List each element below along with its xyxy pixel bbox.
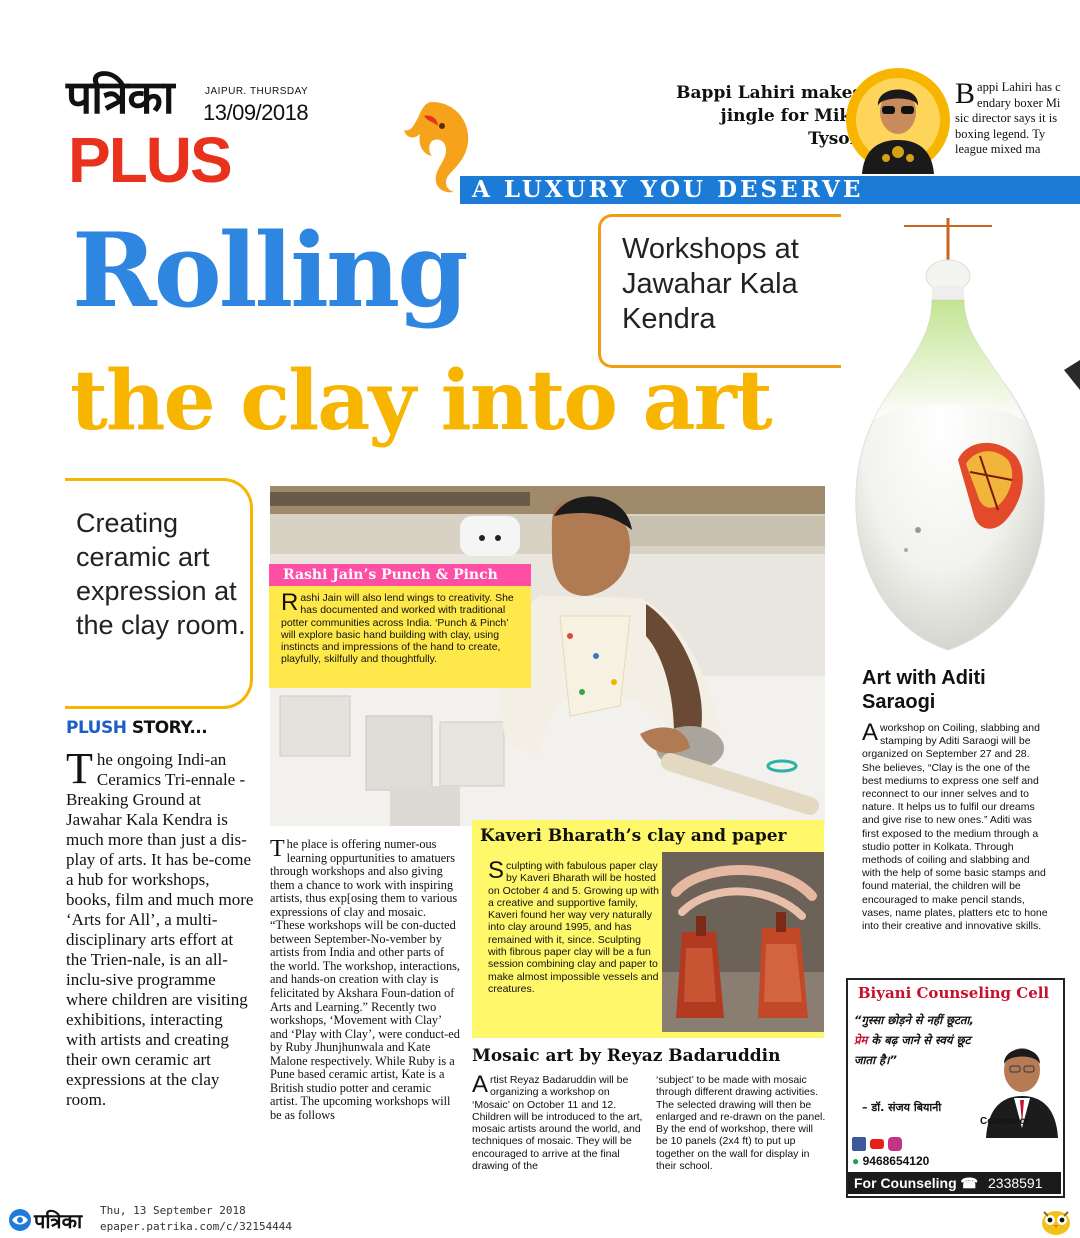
kaveri-heading: Kaveri Bharath’s clay and paper [480,826,787,846]
middle-column: The place is offering numer-ous learning… [270,836,460,1122]
ad-phone[interactable]: ● 9468654120 [852,1154,929,1168]
facebook-icon [852,1137,866,1151]
aditi-body: A workshop on Coiling, slabbing and stam… [862,719,1050,933]
aditi-text: workshop on Coiling, slabbing and stampi… [862,722,1048,933]
rashi-body: Rashi Jain will also lend wings to creat… [281,589,525,666]
story-drop-cap: T [66,744,93,793]
ad-quote-a: “गुस्सा छोड़ने से नहीं छूटता, [854,1013,974,1027]
teaser-line: sic director says it is [955,111,1058,125]
mosaic-drop-cap: A [472,1071,489,1098]
footer-date: Thu, 13 September 2018 [100,1204,246,1217]
whatsapp-icon: ● [852,1154,860,1168]
deck: Workshops at Jawahar Kala Kendra [622,233,799,335]
story-label-part1: PLUSH [66,718,127,738]
mosaic-column-1: Artist Reyaz Badaruddin will be organizi… [472,1071,644,1173]
headline-line-2: the clay into art [70,353,773,449]
ad-role: Counselor [980,1116,1030,1127]
ad-phone-number: 9468654120 [862,1154,930,1168]
teaser-line: boxing legend. Ty [955,126,1046,141]
kaveri-body: Sculpting with fabulous paper clay by Ka… [488,857,660,995]
mosaic-text-1: rtist Reyaz Badaruddin will be organizin… [472,1074,643,1173]
section-logo: PLUS [68,124,233,196]
teaser-line: league mixed ma [955,142,1041,156]
teaser-drop-cap: B [955,80,976,110]
middle-text: he place is offering numer-ous learning … [270,837,460,1122]
kaveri-drop-cap: S [488,857,505,884]
aditi-drop-cap: A [862,719,879,746]
clay-sculpture-photo [662,852,824,1032]
rashi-drop-cap: R [281,589,299,616]
story-label: PLUSH STORY... [66,718,208,738]
ad-title: Biyani Counseling Cell [857,984,1050,1002]
rashi-text: ashi Jain will also lend wings to creati… [281,592,514,666]
ad-signature: – डॉ. संजय बियानी [862,1101,942,1114]
mosaic-heading: Mosaic art by Reyaz Badaruddin [472,1046,781,1066]
patrika-logo: पत्रिका [66,70,175,124]
story-text: he ongoing Indi-an Ceramics Tri-ennale -… [66,750,254,1109]
ad-quote: “गुस्सा छोड़ने से नहीं छूटता, प्रेम के ब… [854,1010,984,1070]
social-icons [852,1137,902,1151]
footer-logo[interactable]: पत्रिका [34,1207,82,1234]
owl-icon [1042,1211,1070,1235]
rashi-heading: Rashi Jain’s Punch & Pinch [269,564,531,586]
ad-quote-b: के बढ़ जाने से स्वयं छूट जाता है।” [854,1033,971,1067]
youtube-icon [870,1139,884,1149]
aditi-heading: Art with Aditi Saraogi [862,667,986,713]
kaveri-text: culpting with fabulous paper clay by Kav… [488,860,660,995]
tagline: A LUXURY YOU DESERVE [472,176,864,203]
footer-url[interactable]: epaper.patrika.com/c/32154444 [100,1220,292,1233]
vase-illustration [855,218,1080,651]
standfirst: Creating ceramic art expression at the c… [76,508,246,640]
ad-cta: For Counseling ☎ [854,1175,978,1191]
headline-line-1: Rolling [72,211,469,331]
story-body: The ongoing Indi-an Ceramics Tri-ennale … [66,744,256,1110]
teaser-headline[interactable]: Bappi Lahiri makes jingle for Mike Tyson [676,82,862,151]
dateline: JAIPUR. THURSDAY [205,86,309,97]
issue-date: 13/09/2018 [203,100,309,125]
ad-cta-number: 2338591 [988,1175,1043,1191]
instagram-icon [888,1137,902,1151]
bappi-lahiri-photo [846,68,950,174]
story-label-part2: STORY... [131,718,208,738]
teaser-body: B appi Lahiri has c endary boxer Mi sic … [955,80,1080,158]
mosaic-column-2: ‘subject’ to be made with mosaic through… [656,1074,826,1173]
ad-quote-em: प्रेम [854,1033,868,1047]
middle-drop-cap: T [270,836,285,862]
patrika-globe-icon [9,1209,31,1231]
